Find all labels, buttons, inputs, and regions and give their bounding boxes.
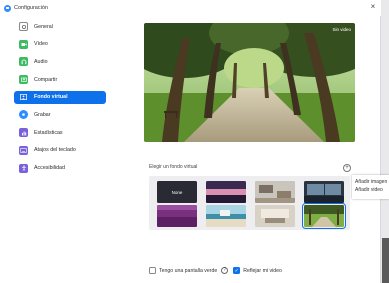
stats-icon bbox=[19, 128, 28, 138]
sidebar-item-label: Compartir bbox=[34, 76, 58, 83]
preview-overlay-label: Sin video bbox=[332, 27, 351, 32]
thumb-pink-sky[interactable] bbox=[206, 181, 246, 203]
sidebar-item-accessibility[interactable]: Accesibilidad bbox=[14, 162, 106, 175]
settings-window: Configuración × General Vídeo Audio Comp… bbox=[0, 0, 381, 283]
sidebar-item-record[interactable]: Grabar bbox=[14, 108, 106, 121]
mirror-video-label: Reflejar mi video bbox=[243, 267, 282, 274]
sidebar-item-label: General bbox=[34, 23, 53, 30]
menu-item-add-video[interactable]: Añadir video bbox=[355, 186, 389, 194]
video-icon bbox=[19, 39, 28, 49]
zoom-logo-icon bbox=[4, 4, 11, 12]
thumb-office[interactable] bbox=[255, 181, 295, 203]
mirror-video-checkbox[interactable]: ✓ bbox=[233, 267, 241, 274]
sidebar-item-label: Grabar bbox=[34, 111, 51, 118]
sidebar-item-label: Accesibilidad bbox=[34, 165, 65, 171]
record-icon bbox=[19, 110, 28, 120]
window-title: Configuración bbox=[14, 5, 48, 11]
none-label: None bbox=[171, 189, 183, 195]
sidebar-item-label: Audio bbox=[34, 58, 48, 65]
share-screen-icon bbox=[19, 75, 28, 85]
thumb-beach[interactable] bbox=[206, 205, 246, 227]
thumb-lobby[interactable] bbox=[255, 205, 295, 227]
none-thumbnail[interactable]: None bbox=[157, 181, 197, 203]
title-bar: Configuración × bbox=[0, 0, 381, 16]
menu-item-add-image[interactable]: Añadir imagen bbox=[355, 178, 389, 186]
sidebar-item-label: Fondo virtual bbox=[34, 94, 68, 101]
sidebar-item-label: Estadísticas bbox=[34, 129, 63, 136]
footer-options: Tengo una pantalla verde ? ✓ Reflejar mi… bbox=[149, 267, 282, 274]
settings-sidebar: General Vídeo Audio Compartir Fondo virt… bbox=[14, 20, 106, 179]
sidebar-item-keyboard-shortcuts[interactable]: Atajos del teclado bbox=[14, 144, 106, 157]
sidebar-item-general[interactable]: General bbox=[14, 20, 106, 33]
person-background-icon bbox=[19, 93, 28, 102]
green-screen-label: Tengo una pantalla verde bbox=[159, 267, 218, 274]
headphones-icon bbox=[19, 57, 28, 67]
thumb-city-night[interactable] bbox=[304, 181, 344, 203]
gear-icon bbox=[19, 22, 28, 31]
sidebar-item-audio[interactable]: Audio bbox=[14, 55, 106, 68]
close-icon[interactable]: × bbox=[368, 2, 378, 12]
thumb-park[interactable] bbox=[302, 203, 346, 229]
background-thumbnail-grid: None bbox=[149, 176, 350, 230]
add-background-menu: Añadir imagen Añadir video bbox=[352, 175, 389, 199]
sidebar-item-video[interactable]: Vídeo bbox=[14, 38, 106, 51]
thumb-purple-field[interactable] bbox=[157, 205, 197, 227]
help-icon[interactable]: ? bbox=[221, 267, 229, 274]
keyboard-icon bbox=[19, 145, 28, 155]
green-screen-checkbox[interactable] bbox=[149, 267, 156, 274]
sidebar-item-statistics[interactable]: Estadísticas bbox=[14, 126, 106, 139]
park-background-image bbox=[144, 23, 355, 142]
choose-background-label: Elegir un fondo virtual bbox=[149, 164, 198, 170]
sidebar-item-virtual-background[interactable]: Fondo virtual bbox=[14, 90, 106, 104]
sidebar-item-share[interactable]: Compartir bbox=[14, 73, 106, 86]
sidebar-item-label: Atajos del teclado bbox=[34, 147, 76, 154]
virtual-background-preview: Sin video bbox=[144, 23, 355, 142]
background-window-edge bbox=[382, 238, 389, 283]
sidebar-item-label: Vídeo bbox=[34, 41, 48, 48]
add-background-button[interactable]: + bbox=[343, 164, 351, 172]
accessibility-icon bbox=[19, 163, 28, 173]
